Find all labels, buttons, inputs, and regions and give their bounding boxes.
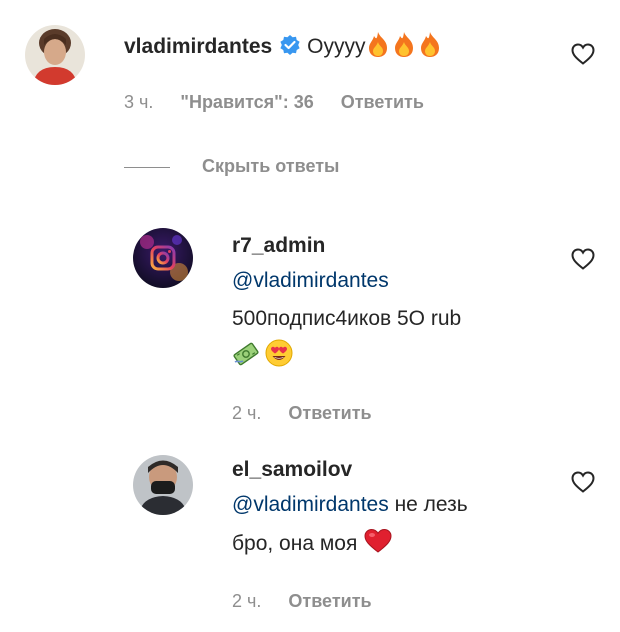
comment-username[interactable]: vladimirdantes	[124, 35, 272, 58]
comment-time[interactable]: 3 ч.	[124, 92, 153, 112]
user-photo-icon	[25, 25, 85, 85]
reply-emoji-row	[232, 338, 294, 373]
reply-username[interactable]: r7_admin	[232, 234, 325, 258]
comment-reply-button[interactable]: Ответить	[341, 92, 424, 112]
avatar[interactable]	[133, 228, 193, 288]
instagram-avatar-icon	[133, 228, 193, 288]
reply-reply-button[interactable]: Ответить	[288, 403, 371, 423]
like-heart-icon[interactable]	[570, 247, 596, 271]
avatar[interactable]	[133, 455, 193, 515]
reply-text: не лезь	[394, 493, 468, 516]
reply-reply-button[interactable]: Ответить	[288, 591, 371, 611]
hide-replies-button[interactable]: Скрыть ответы	[202, 156, 339, 177]
user-photo-icon	[133, 455, 193, 515]
reply-mention[interactable]: @vladimirdantes	[232, 266, 389, 296]
reply-mention[interactable]: @vladimirdantes	[232, 493, 389, 516]
reply-time[interactable]: 2 ч.	[232, 591, 261, 611]
avatar[interactable]	[25, 25, 85, 85]
reply-text: 500подпис4иков 5O rub	[232, 307, 462, 330]
money-icon	[232, 340, 260, 373]
reply-time[interactable]: 2 ч.	[232, 403, 261, 423]
comment-likes[interactable]: "Нравится": 36	[180, 92, 313, 112]
verified-badge-icon	[279, 34, 301, 61]
like-heart-icon[interactable]	[570, 42, 596, 66]
like-heart-icon[interactable]	[570, 470, 596, 494]
heart-eyes-face-icon	[264, 338, 294, 373]
reply-username[interactable]: el_samoilov	[232, 458, 352, 482]
comment-text: Оуууу	[307, 35, 366, 58]
replies-divider	[124, 167, 170, 168]
fire-icon	[365, 30, 443, 63]
reply-text-line2: бро, она моя	[232, 532, 358, 555]
red-heart-icon	[363, 527, 393, 564]
